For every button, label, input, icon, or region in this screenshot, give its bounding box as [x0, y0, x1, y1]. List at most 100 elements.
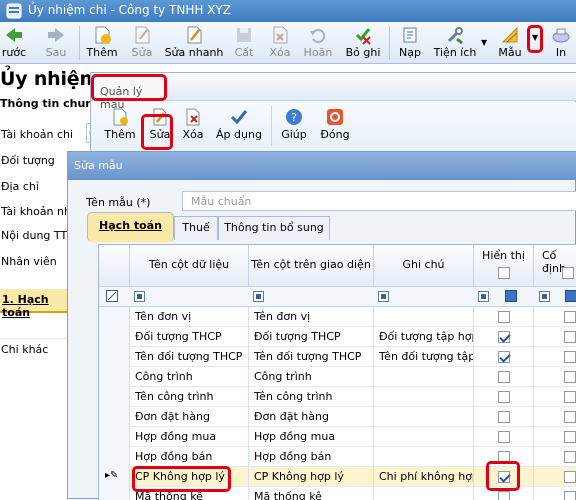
table-cell-data[interactable]: Hợp đồng bán — [130, 447, 249, 467]
show-all-checkbox[interactable] — [498, 267, 510, 279]
show-checkbox-highlight — [486, 461, 520, 491]
table-cell-data[interactable]: Tên đơn vị — [130, 307, 249, 327]
filter-value-icon[interactable] — [505, 290, 517, 302]
fixed-checkbox[interactable] — [564, 371, 576, 383]
table-row[interactable]: Tên công trình Tên công trình — [99, 387, 576, 407]
table-cell-ui[interactable]: Tên đơn vị — [249, 307, 374, 327]
table-cell-data[interactable]: Hợp đồng mua — [130, 427, 249, 447]
filter-edit-icon[interactable] — [106, 290, 118, 305]
table-cell-ui[interactable]: Tên đối tượng THCP — [249, 347, 374, 367]
show-checkbox[interactable] — [498, 391, 510, 403]
fixed-checkbox[interactable] — [564, 411, 576, 423]
show-checkbox[interactable] — [498, 351, 510, 363]
template-button[interactable]: Mẫu — [495, 22, 525, 64]
table-row[interactable]: Công trình Công trình — [99, 367, 576, 387]
table-cell-note[interactable] — [374, 367, 474, 387]
table-cell-ui[interactable]: Hợp đồng mua — [249, 427, 374, 447]
grid-header-left — [0, 313, 70, 339]
show-checkbox[interactable] — [498, 331, 510, 343]
filter-icon[interactable] — [539, 291, 550, 302]
table-cell-ui[interactable]: Mã thống kê — [249, 487, 374, 500]
table-cell-note[interactable] — [374, 447, 474, 467]
delete-template-button[interactable]: Xóa — [181, 106, 205, 152]
save-button[interactable]: Cất — [229, 22, 259, 64]
tab-hach-toan[interactable]: Hạch toán — [87, 212, 174, 242]
table-cell-ui[interactable]: Tên công trình — [249, 387, 374, 407]
help-button[interactable]: ? Giúp — [279, 106, 309, 152]
unpost-icon — [342, 25, 384, 45]
field-label-content: Nội dung TT — [1, 229, 68, 242]
filter-icon[interactable] — [134, 291, 145, 302]
tab-thong-tin-bo-sung[interactable]: Thông tin bổ sung — [218, 216, 330, 240]
table-cell-note[interactable]: Chi phí không hợp — [374, 467, 474, 487]
row-indicator — [99, 427, 130, 447]
add-button[interactable]: Thêm — [84, 22, 120, 64]
print-button[interactable]: In — [546, 22, 576, 64]
filter-value-icon[interactable] — [565, 290, 576, 302]
show-cell — [474, 347, 534, 367]
show-checkbox[interactable] — [498, 411, 510, 423]
table-cell-note[interactable] — [374, 407, 474, 427]
table-cell-note[interactable] — [374, 307, 474, 327]
filter-icon[interactable] — [378, 291, 389, 302]
fixed-checkbox[interactable] — [564, 391, 576, 403]
quick-edit-button[interactable]: Sửa nhanh — [164, 22, 224, 64]
tab-accounting[interactable]: 1. Hạch toán — [0, 289, 70, 319]
undo-button[interactable]: Hoãn — [300, 22, 336, 64]
table-row[interactable]: Đối tượng THCP Đối tượng THCP Đối tượng tậ… — [99, 327, 576, 347]
close-button[interactable]: Đóng — [319, 106, 351, 152]
edit-button[interactable]: Sửa — [126, 22, 158, 64]
table-cell-ui[interactable]: Hợp đồng bán — [249, 447, 374, 467]
row-indicator: ▸✎ — [99, 467, 130, 487]
utilities-button[interactable]: Tiện ích — [430, 22, 480, 64]
show-cell — [474, 407, 534, 427]
table-cell-data[interactable]: Tên công trình — [130, 387, 249, 407]
show-checkbox[interactable] — [498, 431, 510, 443]
table-cell-ui[interactable]: Đối tượng THCP — [249, 327, 374, 347]
table-row[interactable]: Đơn đặt hàng Đơn đặt hàng — [99, 407, 576, 427]
table-cell-note[interactable]: Đối tượng tập hợp — [374, 327, 474, 347]
fixed-checkbox[interactable] — [564, 451, 576, 463]
tab-thue[interactable]: Thuế — [174, 216, 218, 240]
table-cell-note[interactable] — [374, 387, 474, 407]
fixed-all-checkbox[interactable] — [562, 267, 574, 279]
table-row[interactable]: Hợp đồng mua Hợp đồng mua — [99, 427, 576, 447]
add-template-button[interactable]: Thêm — [103, 106, 137, 152]
table-cell-data[interactable]: Đơn đặt hàng — [130, 407, 249, 427]
fixed-checkbox[interactable] — [564, 471, 576, 483]
show-checkbox[interactable] — [498, 311, 510, 323]
utilities-dropdown-arrow[interactable]: ▼ — [481, 38, 487, 47]
show-checkbox[interactable] — [498, 371, 510, 383]
back-button[interactable]: rước — [0, 22, 28, 64]
table-cell-ui[interactable]: Đơn đặt hàng — [249, 407, 374, 427]
fixed-checkbox[interactable] — [564, 311, 576, 323]
table-cell-note[interactable] — [374, 427, 474, 447]
table-cell-ui[interactable]: CP Không hợp lý — [249, 467, 374, 487]
template-name-label: Tên mẫu (*) — [86, 196, 151, 209]
edit-template-title: Sửa mẫu — [68, 152, 576, 180]
table-cell-data[interactable]: Công trình — [130, 367, 249, 387]
table-cell-ui[interactable]: Công trình — [249, 367, 374, 387]
table-cell-note[interactable] — [374, 487, 474, 500]
table-row[interactable]: Tên đối tượng THCP Tên đối tượng THCP Tên … — [99, 347, 576, 367]
fixed-checkbox[interactable] — [564, 331, 576, 343]
row-indicator — [99, 447, 130, 467]
reload-button[interactable]: Nạp — [395, 22, 425, 64]
reload-icon — [395, 25, 425, 45]
table-cell-note[interactable]: Tên đối tượng tập — [374, 347, 474, 367]
apply-template-button[interactable]: Áp dụng — [215, 106, 263, 152]
filter-icon[interactable] — [478, 291, 489, 302]
fixed-checkbox[interactable] — [564, 351, 576, 363]
filter-icon[interactable] — [253, 291, 264, 302]
row-indicator — [99, 347, 130, 367]
template-dropdown-button[interactable]: ▼ — [527, 25, 543, 53]
table-row[interactable]: Tên đơn vị Tên đơn vị — [99, 307, 576, 327]
unpost-button[interactable]: Bỏ ghi — [342, 22, 384, 64]
table-cell-data[interactable]: Đối tượng THCP — [130, 327, 249, 347]
delete-icon — [264, 25, 296, 45]
next-button[interactable]: Sau — [38, 22, 74, 64]
delete-button[interactable]: Xóa — [264, 22, 296, 64]
fixed-checkbox[interactable] — [564, 431, 576, 443]
table-cell-data[interactable]: Tên đối tượng THCP — [130, 347, 249, 367]
template-name-input[interactable]: Mẫu chuẩn — [182, 191, 576, 211]
